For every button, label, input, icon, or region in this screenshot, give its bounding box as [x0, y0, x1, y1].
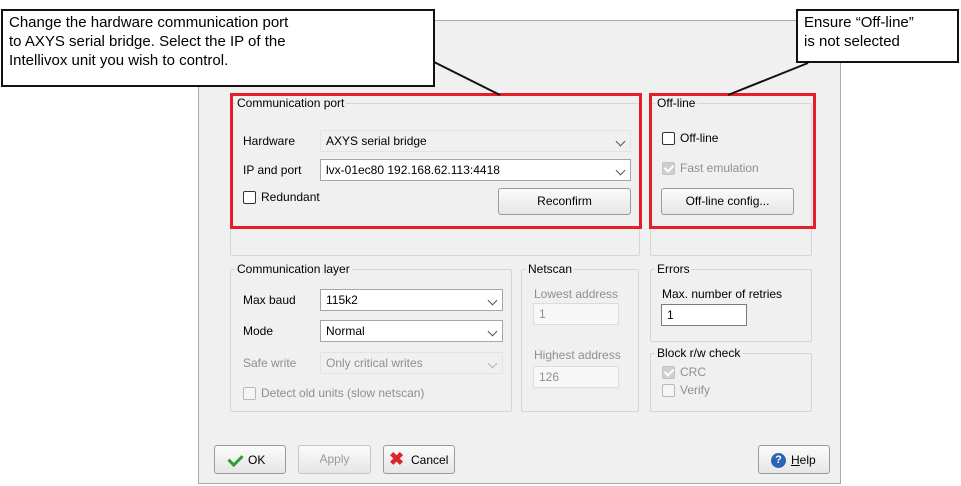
left-leader-line: [433, 61, 501, 96]
left-callout: Change the hardware communication port t…: [1, 9, 435, 87]
right-callout: Ensure “Off-line” is not selected: [796, 9, 959, 63]
right-leader-line: [727, 62, 809, 96]
